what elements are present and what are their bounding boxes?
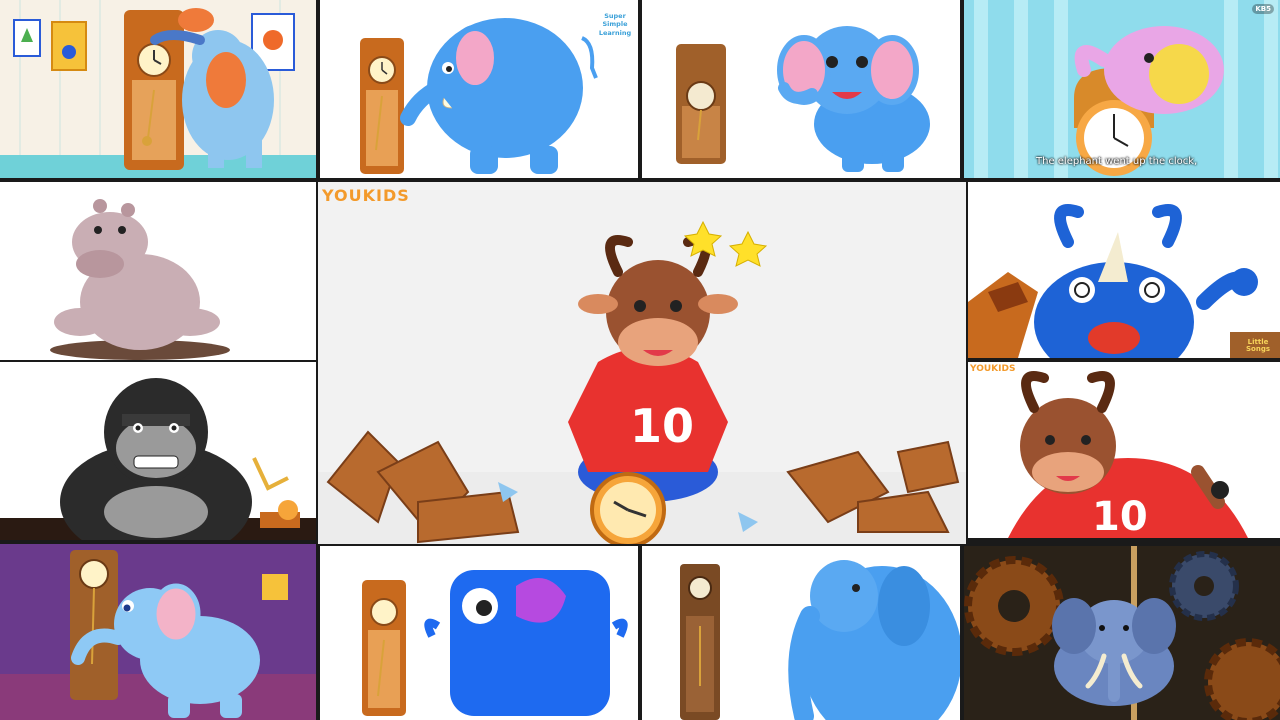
tall-clock-elephant-illustration: [642, 546, 960, 720]
hippo-illustration: [0, 182, 316, 360]
cute-elephant-illustration: [642, 0, 960, 178]
youkids-logo: YOUKIDS: [322, 186, 410, 205]
purple-room-elephant-illustration: [0, 544, 316, 720]
angry-bull-illustration: 10: [968, 362, 1280, 538]
tile-blue-elephant-and-clock: Super Simple Learning: [320, 0, 638, 178]
lyric-caption: The elephant went up the clock,: [1036, 156, 1198, 167]
bull-illustration: 10: [318, 182, 966, 544]
youkids-logo-small: YOUKIDS: [970, 364, 1016, 374]
pink-elephant-illustration: [964, 0, 1280, 178]
tile-elephant-hugging-clock: [0, 0, 316, 178]
tile-square-elephant: [320, 546, 638, 720]
channel-badge: KB5: [1252, 4, 1274, 14]
tile-elephant-tall-clock: [642, 546, 960, 720]
rhino-illustration: [968, 182, 1280, 358]
tile-angry-bull: 10 YOUKIDS: [968, 362, 1280, 538]
video-thumbnail-collage: Super Simple Learning The elephant went …: [0, 0, 1280, 720]
tile-pink-elephant-on-clock: The elephant went up the clock, KB5: [964, 0, 1280, 178]
gorilla-illustration: [0, 362, 316, 540]
blue-elephant-illustration: [320, 0, 638, 178]
tile-elephant-gears: [964, 546, 1280, 720]
tile-bull-broken-clock: 10 YOUKIDS: [318, 182, 966, 544]
tile-elephant-purple-room: [0, 544, 316, 720]
tile-dizzy-rhino: Little Songs: [968, 182, 1280, 358]
elephant-hugging-clock-illustration: [0, 0, 316, 178]
square-elephant-illustration: [320, 546, 638, 720]
tile-cute-elephant-and-clock: [642, 0, 960, 178]
shirt-number: 10: [630, 399, 694, 453]
little-songs-watermark: Little Songs: [1245, 337, 1270, 354]
gears-elephant-illustration: [964, 546, 1280, 720]
shirt-number: 10: [1092, 494, 1148, 538]
tile-hippo: [0, 182, 316, 360]
tile-gorilla: [0, 362, 316, 540]
super-simple-learning-watermark: Super Simple Learning: [598, 12, 632, 37]
